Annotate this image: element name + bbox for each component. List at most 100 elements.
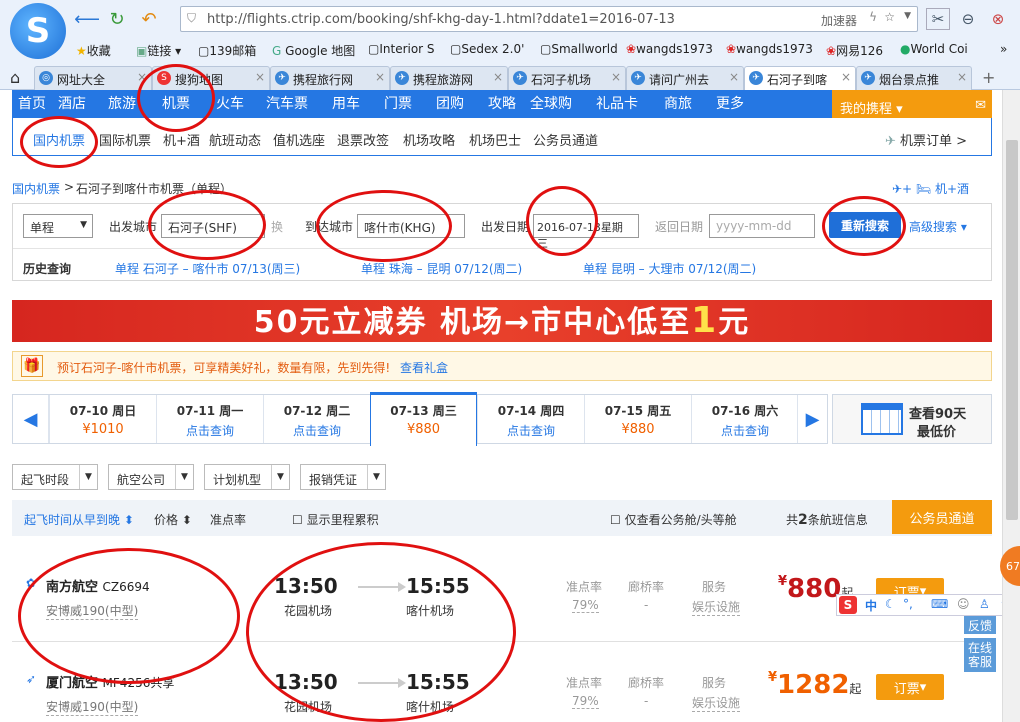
- date-cell[interactable]: 07-11 周一 点击查询: [156, 395, 263, 443]
- swap-button[interactable]: 换: [271, 218, 283, 235]
- date-cell[interactable]: 07-15 周五 ¥880: [584, 395, 691, 443]
- flight-hotel-combo-link[interactable]: ✈+ 🛏 机+酒: [892, 180, 969, 197]
- nav-hotel[interactable]: 酒店: [58, 93, 86, 113]
- subnav-airport-bus[interactable]: 机场巴士: [469, 130, 521, 149]
- nav-business[interactable]: 商旅: [664, 93, 692, 113]
- aircraft-type[interactable]: 安博威190(中型): [46, 698, 139, 716]
- from-city-input[interactable]: 石河子(SHF): [161, 214, 265, 238]
- trip-type-select[interactable]: 单程 ▼: [23, 214, 93, 238]
- close-icon[interactable]: ×: [611, 70, 621, 84]
- bookmark-wangds-1[interactable]: ❀wangds1973: [626, 42, 713, 56]
- bookmark-netease[interactable]: ❀网易126: [826, 42, 883, 59]
- mileage-checkbox[interactable]: ☐ 显示里程累积: [292, 511, 379, 528]
- bookmark-smallworld[interactable]: ▢Smallworld: [540, 42, 618, 56]
- view-gift-link[interactable]: 查看礼盒: [400, 361, 448, 375]
- scissors-icon[interactable]: ✂: [926, 8, 950, 30]
- nav-groupbuy[interactable]: 团购: [436, 93, 464, 113]
- sogou-browser-logo[interactable]: S: [10, 3, 66, 59]
- ontime-value[interactable]: 79%: [572, 694, 599, 709]
- scrollbar-thumb[interactable]: [1006, 140, 1018, 520]
- bookmark-139[interactable]: ▢139邮箱: [198, 42, 256, 59]
- subnav-flight-status[interactable]: 航班动态: [209, 130, 261, 149]
- sort-by-ontime[interactable]: 准点率: [210, 511, 246, 528]
- undo-icon[interactable]: ↶: [138, 8, 160, 30]
- next-dates-arrow-icon[interactable]: ▶: [797, 395, 827, 443]
- business-class-checkbox[interactable]: ☐ 仅查看公务舱/头等舱: [610, 511, 737, 528]
- close-icon[interactable]: ×: [375, 70, 385, 84]
- nav-travel[interactable]: 旅游: [108, 93, 136, 113]
- close-icon[interactable]: ×: [493, 70, 503, 84]
- date-cell[interactable]: 07-12 周二 点击查询: [263, 395, 370, 443]
- bookmark-interior[interactable]: ▢Interior S: [368, 42, 435, 56]
- sort-by-price[interactable]: 价格 ⬍: [154, 511, 192, 528]
- nav-gift-card[interactable]: 礼品卡: [596, 93, 638, 113]
- tab-ctrip-1[interactable]: ✈ 携程旅行网 ×: [270, 66, 390, 90]
- ime-mode[interactable]: 中: [865, 597, 877, 614]
- tab-sogou-map[interactable]: S 搜狗地图 ×: [152, 66, 270, 90]
- nav-train[interactable]: 火车: [216, 93, 244, 113]
- book-button[interactable]: 订票 ▾: [876, 674, 944, 700]
- subnav-refund[interactable]: 退票改签: [337, 130, 389, 149]
- nav-bus[interactable]: 汽车票: [266, 93, 308, 113]
- close-icon[interactable]: ×: [957, 70, 967, 84]
- nav-home[interactable]: 首页: [18, 93, 46, 113]
- tab-yantai[interactable]: ✈ 烟台景点推 ×: [856, 66, 972, 90]
- subnav-domestic-flights[interactable]: 国内机票: [33, 130, 85, 149]
- to-city-input[interactable]: 喀什市(KHG): [357, 214, 465, 238]
- close-icon[interactable]: ×: [729, 70, 739, 84]
- nav-more[interactable]: 更多: [716, 93, 744, 113]
- close-circle-icon[interactable]: ⊗: [986, 8, 1010, 30]
- nav-global-shop[interactable]: 全球购: [530, 93, 572, 113]
- close-icon[interactable]: ×: [137, 70, 147, 84]
- nav-guide[interactable]: 攻略: [488, 93, 516, 113]
- minimize-circle-icon[interactable]: ⊖: [956, 8, 980, 30]
- return-date-input[interactable]: yyyy-mm-dd: [709, 214, 815, 238]
- filter-receipt[interactable]: 报销凭证 ▼: [300, 464, 386, 490]
- moon-icon[interactable]: ☾: [885, 597, 896, 611]
- bookmark-sedex[interactable]: ▢Sedex 2.0': [450, 42, 524, 56]
- depart-date-input[interactable]: 2016-07-13星期三: [533, 214, 639, 250]
- shirt-icon[interactable]: ♙: [979, 597, 990, 611]
- star-icon[interactable]: ☆: [884, 10, 895, 24]
- filter-departure-time[interactable]: 起飞时段 ▼: [12, 464, 98, 490]
- advanced-search-link[interactable]: 高级搜索 ▾: [909, 218, 967, 235]
- tab-guangzhou-question[interactable]: ✈ 请问广州去 ×: [626, 66, 744, 90]
- ime-toolbar[interactable]: S 中 ☾ °, ⌨ ☺ ♙ ⚒: [836, 594, 1020, 616]
- bookmark-wangds-2[interactable]: ❀wangds1973: [726, 42, 813, 56]
- lightning-icon[interactable]: ϟ: [869, 10, 877, 24]
- bookmark-favorites[interactable]: ★收藏: [76, 42, 111, 59]
- dropdown-icon[interactable]: ▼: [904, 11, 911, 21]
- back-icon[interactable]: ⟵: [74, 8, 100, 30]
- filter-aircraft[interactable]: 计划机型 ▼: [204, 464, 290, 490]
- accelerator-button[interactable]: 加速器: [821, 12, 857, 29]
- online-service-button[interactable]: 在线客服: [964, 638, 996, 672]
- more-bookmarks-icon[interactable]: »: [1000, 42, 1007, 56]
- subnav-international-flights[interactable]: 国际机票: [99, 130, 151, 149]
- refresh-icon[interactable]: ↻: [106, 8, 128, 30]
- tab-ctrip-2[interactable]: ✈ 携程旅游网 ×: [390, 66, 508, 90]
- bookmark-world-coin[interactable]: ●World Coi: [900, 42, 968, 56]
- my-ctrip-button[interactable]: 我的携程 ▾ ✉: [832, 90, 992, 120]
- nav-tickets[interactable]: 门票: [384, 93, 412, 113]
- nav-car[interactable]: 用车: [332, 93, 360, 113]
- breadcrumb-root[interactable]: 国内机票: [12, 180, 60, 197]
- address-bar[interactable]: ⛉ http://flights.ctrip.com/booking/shf-k…: [180, 6, 918, 32]
- date-cell[interactable]: 07-16 周六 点击查询: [691, 395, 798, 443]
- new-tab-icon[interactable]: +: [982, 68, 995, 87]
- tab-shihezi-kashgar[interactable]: ✈ 石河子到喀 ×: [744, 66, 856, 90]
- bookmark-google-maps[interactable]: G Google 地图: [272, 42, 355, 59]
- date-cell[interactable]: 07-10 周日 ¥1010: [49, 395, 156, 443]
- search-again-button[interactable]: 重新搜索: [829, 212, 901, 238]
- date-cell[interactable]: 07-14 周四 点击查询: [477, 395, 584, 443]
- bookmark-links[interactable]: ▣链接 ▾: [136, 42, 181, 59]
- subnav-civil-servant[interactable]: 公务员通道: [533, 130, 598, 149]
- history-item[interactable]: 单程 珠海 – 昆明 07/12(周二): [361, 260, 522, 277]
- promo-banner[interactable]: 50元立减券 机场→市中心低至1元: [12, 300, 992, 342]
- keyboard-icon[interactable]: ⌨: [931, 597, 948, 611]
- subnav-airport-guide[interactable]: 机场攻略: [403, 130, 455, 149]
- tab-url-directory[interactable]: ◎ 网址大全 ×: [34, 66, 152, 90]
- scrollbar[interactable]: [1002, 90, 1020, 722]
- home-icon[interactable]: ⌂: [10, 68, 20, 87]
- civil-servant-button[interactable]: 公务员通道: [892, 500, 992, 534]
- ontime-value[interactable]: 79%: [572, 598, 599, 613]
